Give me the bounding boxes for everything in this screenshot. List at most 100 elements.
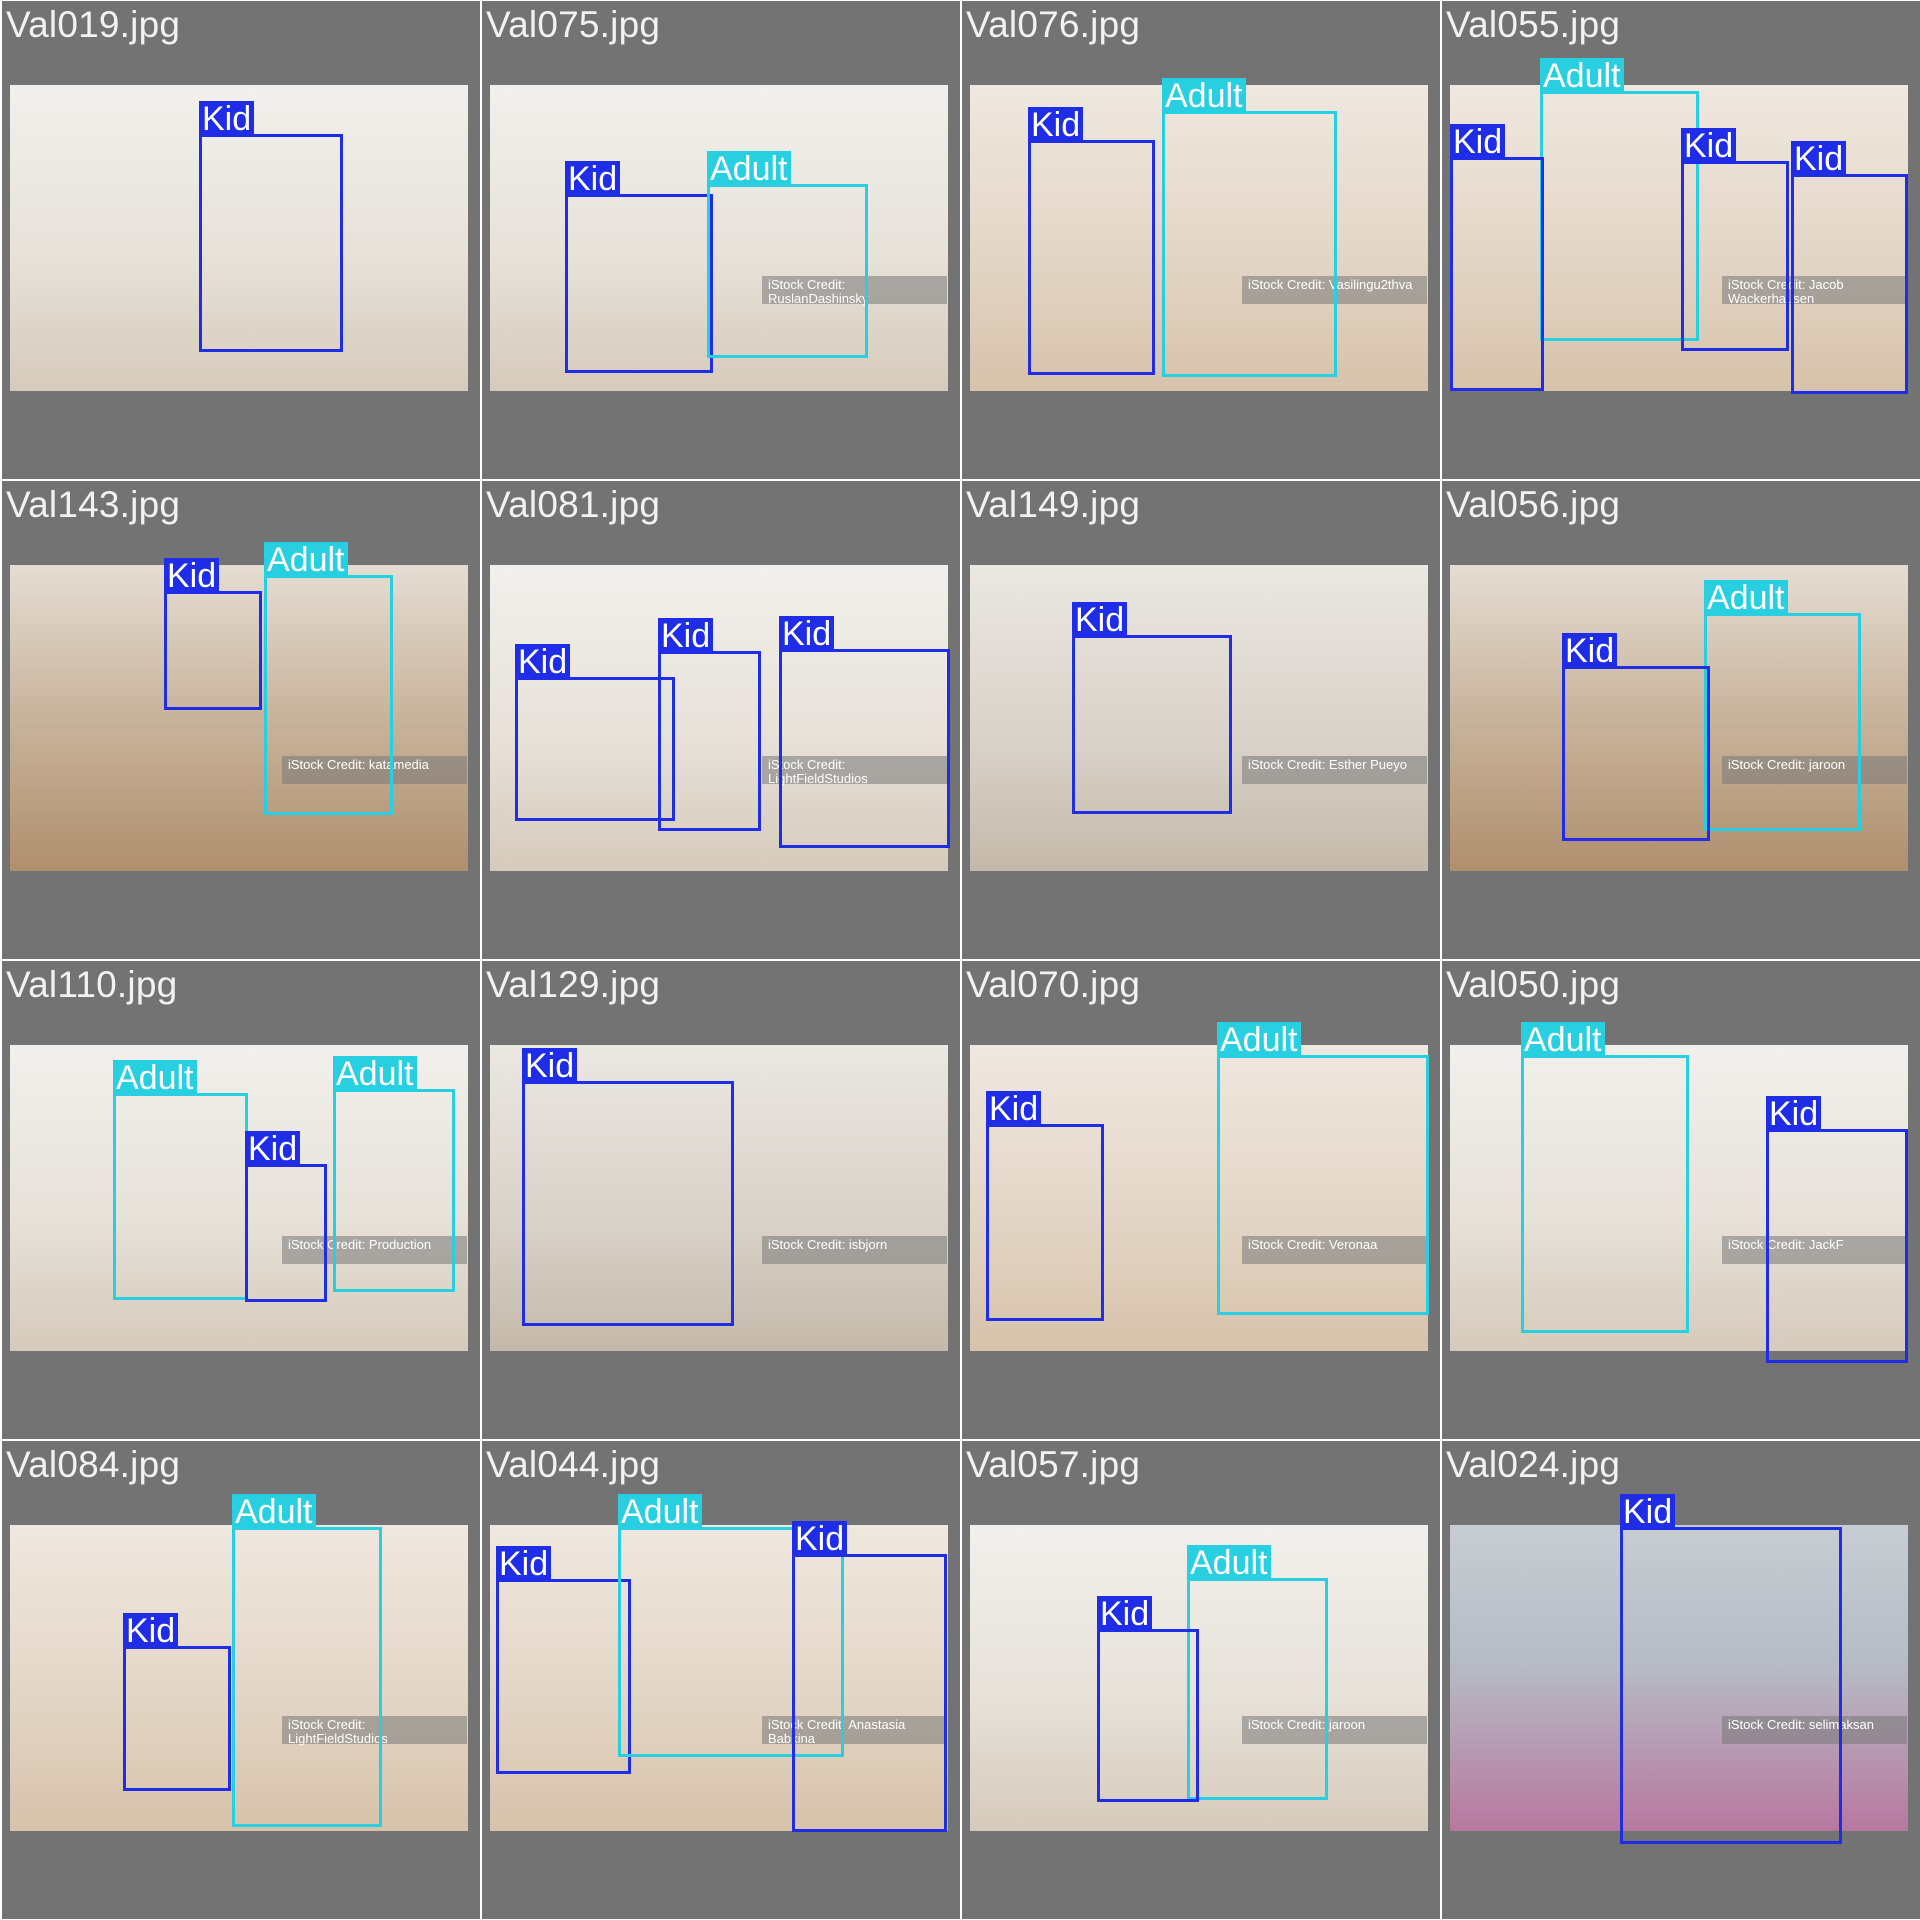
bbox-label: Kid — [986, 1091, 1042, 1127]
tile-val084: Val084.jpg iStock Credit: LightFieldStud… — [2, 1441, 480, 1919]
tile-val019: Val019.jpg Kid — [2, 1, 480, 479]
tile-val110: Val110.jpg iStock Credit: Production Adu… — [2, 961, 480, 1439]
bbox-label: Adult — [1704, 580, 1788, 616]
tile-filename: Val050.jpg — [1446, 964, 1621, 1005]
adult-bbox: Adult — [1521, 1022, 1689, 1333]
watermark: iStock Credit: Esther Pueyo — [1242, 756, 1427, 784]
kid-bbox: Kid — [515, 644, 675, 821]
kid-bbox: Kid — [565, 161, 713, 373]
bbox-label: Kid — [1766, 1096, 1822, 1132]
tile-val050: Val050.jpg iStock Credit: JackF Adult Ki… — [1442, 961, 1920, 1439]
kid-bbox: Kid — [1791, 141, 1908, 394]
tile-filename: Val081.jpg — [486, 484, 661, 525]
detection-grid: Val019.jpg Kid Val075.jpg iStock Credit:… — [0, 0, 1920, 1920]
tile-filename: Val084.jpg — [6, 1444, 181, 1485]
kid-bbox: Kid — [1766, 1096, 1908, 1363]
tile-val149: Val149.jpg iStock Credit: Esther Pueyo K… — [962, 481, 1440, 959]
kid-bbox: Kid — [658, 618, 761, 831]
bbox-label: Adult — [1521, 1022, 1605, 1058]
kid-bbox: Kid — [522, 1048, 734, 1326]
bbox-label: Kid — [123, 1613, 179, 1649]
bbox-label: Kid — [164, 558, 220, 594]
kid-bbox: Kid — [245, 1131, 327, 1302]
bbox-label: Adult — [113, 1060, 197, 1096]
adult-bbox: Adult — [1162, 78, 1337, 377]
bbox-label: Kid — [779, 616, 835, 652]
tile-filename: Val057.jpg — [966, 1444, 1141, 1485]
adult-bbox: Adult — [232, 1494, 382, 1827]
kid-bbox: Kid — [1620, 1494, 1842, 1844]
bbox-label: Kid — [1097, 1596, 1153, 1632]
tile-filename: Val110.jpg — [6, 964, 178, 1005]
bbox-label: Kid — [1791, 141, 1847, 177]
tile-val081: Val081.jpg iStock Credit: LightFieldStud… — [482, 481, 960, 959]
tile-filename: Val044.jpg — [486, 1444, 661, 1485]
adult-bbox: Adult — [1704, 580, 1861, 831]
kid-bbox: Kid — [1450, 124, 1544, 391]
bbox-label: Adult — [1162, 78, 1246, 114]
adult-bbox: Adult — [333, 1056, 455, 1292]
kid-bbox: Kid — [1072, 602, 1232, 814]
kid-bbox: Kid — [164, 558, 262, 710]
tile-val055: Val055.jpg iStock Credit: Jacob Wackerha… — [1442, 1, 1920, 479]
tile-filename: Val149.jpg — [966, 484, 1141, 525]
bbox-label: Kid — [1681, 128, 1737, 164]
tile-filename: Val055.jpg — [1446, 4, 1621, 45]
bbox-label: Kid — [658, 618, 714, 654]
bbox-label: Adult — [707, 151, 791, 187]
adult-bbox: Adult — [113, 1060, 248, 1300]
tile-filename: Val070.jpg — [966, 964, 1141, 1005]
tile-val075: Val075.jpg iStock Credit: RuslanDashinsk… — [482, 1, 960, 479]
adult-bbox: Adult — [264, 542, 393, 815]
tile-filename: Val056.jpg — [1446, 484, 1621, 525]
adult-bbox: Adult — [1217, 1022, 1429, 1315]
watermark: iStock Credit: isbjorn — [762, 1236, 947, 1264]
bbox-label: Adult — [1540, 58, 1624, 94]
bbox-label: Adult — [264, 542, 348, 578]
adult-bbox: Adult — [1187, 1545, 1328, 1800]
bbox-label: Kid — [515, 644, 571, 680]
bbox-label: Kid — [245, 1131, 301, 1167]
tile-val076: Val076.jpg iStock Credit: Vasilingu2thva… — [962, 1, 1440, 479]
tile-val129: Val129.jpg iStock Credit: isbjorn Kid — [482, 961, 960, 1439]
adult-bbox: Adult — [1540, 58, 1699, 341]
tile-filename: Val019.jpg — [6, 4, 181, 45]
bbox-label: Kid — [1620, 1494, 1676, 1530]
tile-val057: Val057.jpg iStock Credit: jaroon Adult K… — [962, 1441, 1440, 1919]
kid-bbox: Kid — [123, 1613, 231, 1791]
tile-filename: Val076.jpg — [966, 4, 1141, 45]
kid-bbox: Kid — [1681, 128, 1789, 351]
bbox-label: Kid — [1450, 124, 1506, 160]
bbox-label: Kid — [792, 1521, 848, 1557]
tile-filename: Val075.jpg — [486, 4, 661, 45]
tile-val143: Val143.jpg iStock Credit: katamedia Kid … — [2, 481, 480, 959]
bbox-label: Kid — [496, 1546, 552, 1582]
kid-bbox: Kid — [986, 1091, 1104, 1321]
tile-filename: Val024.jpg — [1446, 1444, 1621, 1485]
bbox-label: Kid — [565, 161, 621, 197]
tile-val056: Val056.jpg iStock Credit: jaroon Adult K… — [1442, 481, 1920, 959]
tile-val070: Val070.jpg iStock Credit: Veronaa Adult … — [962, 961, 1440, 1439]
kid-bbox: Kid — [199, 101, 343, 352]
kid-bbox: Kid — [496, 1546, 631, 1774]
tile-val044: Val044.jpg iStock Credit: Anastasia Babk… — [482, 1441, 960, 1919]
adult-bbox: Adult — [707, 151, 868, 358]
kid-bbox: Kid — [1028, 107, 1155, 375]
bbox-label: Adult — [618, 1494, 702, 1530]
bbox-label: Kid — [522, 1048, 578, 1084]
tile-filename: Val143.jpg — [6, 484, 181, 525]
bbox-label: Kid — [1028, 107, 1084, 143]
bbox-label: Kid — [1562, 633, 1618, 669]
kid-bbox: Kid — [779, 616, 950, 848]
kid-bbox: Kid — [1562, 633, 1710, 841]
bbox-label: Kid — [1072, 602, 1128, 638]
bbox-label: Adult — [333, 1056, 417, 1092]
bbox-label: Adult — [1187, 1545, 1271, 1581]
bbox-label: Kid — [199, 101, 255, 137]
tile-val024: Val024.jpg iStock Credit: selimaksan Kid — [1442, 1441, 1920, 1919]
kid-bbox: Kid — [1097, 1596, 1199, 1802]
bbox-label: Adult — [1217, 1022, 1301, 1058]
tile-filename: Val129.jpg — [486, 964, 661, 1005]
kid-bbox: Kid — [792, 1521, 947, 1832]
bbox-label: Adult — [232, 1494, 316, 1530]
